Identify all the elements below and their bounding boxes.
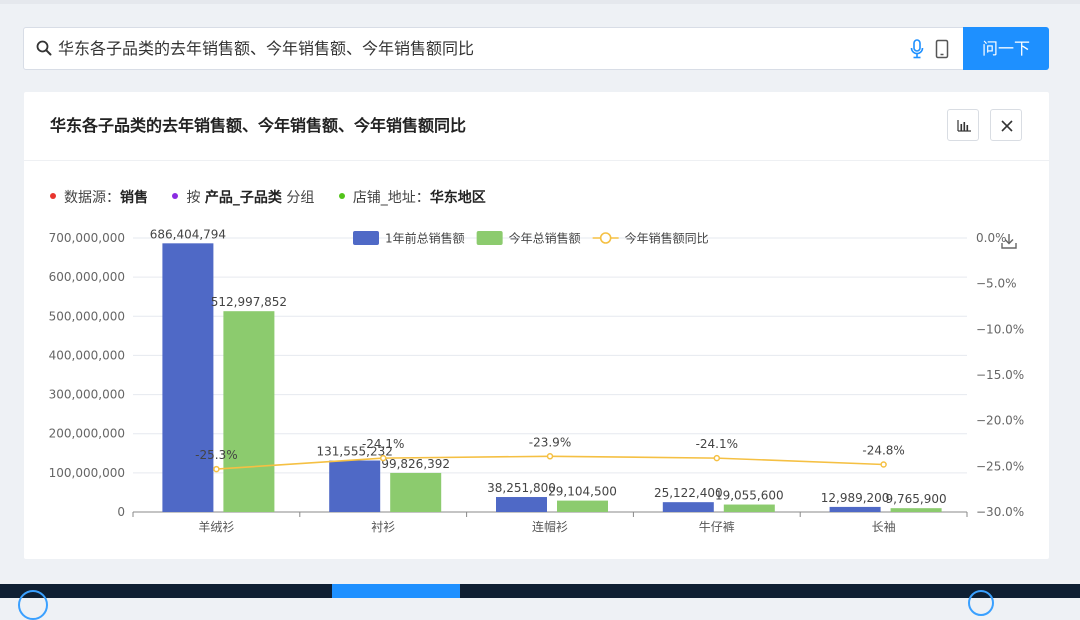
y-left-tick-label: 400,000,000: [49, 348, 125, 362]
bar: [662, 502, 714, 512]
bar-value-label: 38,251,800: [487, 481, 556, 495]
bar: [162, 243, 214, 513]
line-point: [213, 465, 220, 473]
bar: [223, 311, 275, 512]
line-value-label: -24.1%: [696, 437, 738, 451]
bar-value-label: 19,055,600: [715, 489, 784, 503]
x-tick-label: 连帽衫: [532, 519, 568, 534]
bar: [890, 508, 942, 512]
legend-label: 今年总销售额: [509, 231, 581, 246]
bar: [329, 460, 381, 512]
line-value-label: -23.9%: [529, 435, 571, 449]
y-left-tick-label: 0: [117, 505, 125, 519]
x-tick-label: 衬衫: [371, 520, 395, 534]
bar: [557, 500, 608, 512]
taskbar: [0, 584, 1080, 620]
y-right-tick-label: −5.0%: [976, 277, 1017, 291]
legend-label: 1年前总销售额: [385, 231, 465, 246]
bar-value-label: 99,826,392: [381, 457, 450, 471]
line-value-label: -25.3%: [195, 448, 237, 462]
legend-label: 今年销售额同比: [625, 231, 709, 246]
x-tick-label: 羊绒衫: [198, 519, 234, 534]
y-right-tick-label: −25.0%: [976, 459, 1024, 473]
legend-swatch: [353, 231, 379, 245]
y-right-tick-label: −30.0%: [976, 505, 1024, 519]
y-left-tick-label: 200,000,000: [49, 427, 125, 441]
y-left-tick-label: 500,000,000: [49, 309, 125, 323]
y-left-tick-label: 100,000,000: [49, 466, 125, 480]
y-left-tick-label: 600,000,000: [49, 270, 125, 284]
bar: [390, 472, 442, 512]
download-icon[interactable]: [1000, 232, 1018, 250]
bar-value-label: 686,404,794: [150, 227, 226, 241]
bar: [723, 504, 775, 512]
bar-value-label: 9,765,900: [886, 492, 947, 506]
bar-value-label: 512,997,852: [211, 295, 287, 309]
app-icon[interactable]: [18, 590, 48, 620]
line-point: [546, 453, 554, 460]
y-right-tick-label: −15.0%: [976, 368, 1024, 382]
y-left-tick-label: 300,000,000: [49, 388, 125, 402]
legend-swatch-marker: [599, 232, 612, 244]
x-tick-label: 长袖: [872, 519, 896, 534]
line-value-label: -24.1%: [362, 437, 404, 451]
y-right-tick-label: −10.0%: [976, 322, 1024, 336]
y-left-tick-label: 700,000,000: [49, 231, 125, 245]
sales-chart: 0 100,000,000 200,000,000 300,000,000 400,00…: [49, 227, 1025, 534]
line-point: [880, 461, 887, 468]
bar-value-label: 12,989,200: [821, 491, 890, 505]
line-point: [379, 454, 387, 462]
bar: [829, 506, 881, 512]
bar: [496, 497, 547, 512]
line-point: [713, 454, 721, 462]
line-value-label: -24.8%: [862, 444, 904, 458]
bar-value-label: 25,122,400: [654, 486, 723, 500]
bar-value-label: 29,104,500: [548, 485, 617, 499]
x-tick-label: 牛仔裤: [699, 519, 735, 534]
app-icon[interactable]: [968, 590, 994, 616]
taskbar-active-tab[interactable]: [332, 584, 460, 598]
legend-swatch: [476, 231, 503, 245]
y-right-tick-label: −20.0%: [976, 414, 1024, 428]
